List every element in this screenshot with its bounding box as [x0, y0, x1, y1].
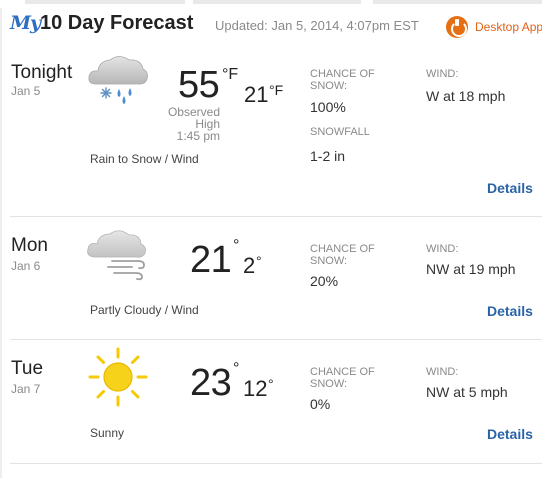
- page-title: 10 Day Forecast: [40, 12, 194, 34]
- chance-label: CHANCE OF: [310, 243, 375, 255]
- low-temp: 12: [243, 376, 268, 401]
- observed-time: 1:45 pm: [176, 129, 220, 143]
- observed-high-note: Observed High 1:45 pm: [156, 106, 220, 142]
- high-temp-unit: °: [233, 360, 240, 377]
- left-divider: [0, 8, 2, 478]
- details-link[interactable]: Details: [487, 180, 533, 196]
- chance-label: CHANCE OF: [310, 68, 375, 80]
- condition-text: Partly Cloudy / Wind: [90, 303, 199, 317]
- forecast-day-tonight: Tonight Jan 5 55 °F 21 °F Observed High …: [10, 44, 542, 217]
- updated-timestamp: Updated: Jan 5, 2014, 4:07pm EST: [215, 18, 419, 33]
- details-link[interactable]: Details: [487, 426, 533, 442]
- top-tab-1[interactable]: [25, 0, 185, 4]
- wind-value: W at 18 mph: [426, 88, 506, 104]
- top-tab-strip: [0, 0, 542, 5]
- low-temp: 2: [243, 253, 256, 278]
- top-tab-3[interactable]: [373, 0, 542, 4]
- wind-cloud-icon: [86, 225, 150, 283]
- low-temp-unit: °: [256, 253, 262, 269]
- low-temp: 21: [244, 82, 269, 107]
- chance-label: CHANCE OF: [310, 366, 375, 378]
- day-date: Jan 7: [11, 382, 41, 396]
- forecast-day-tue: Tue Jan 7 23 ° 12 ° Sunny CHANCE OF SNOW…: [10, 340, 542, 464]
- chance-label-type: SNOW:: [310, 378, 348, 390]
- wind-label: WIND:: [426, 68, 459, 80]
- snowfall-value: 1-2 in: [310, 148, 346, 164]
- wind-value: NW at 5 mph: [426, 384, 508, 400]
- sun-icon: [86, 346, 150, 407]
- low-temp-unit: °: [268, 376, 274, 392]
- chance-label-type: SNOW:: [310, 80, 348, 92]
- forecast-header: My 10 Day Forecast Updated: Jan 5, 2014,…: [0, 10, 542, 44]
- high-temp-unit: °: [233, 237, 240, 254]
- desktop-app-icon: [446, 16, 468, 38]
- desktop-app-label[interactable]: Desktop App: [475, 20, 542, 34]
- wind-value: NW at 19 mph: [426, 261, 516, 277]
- day-name: Mon: [11, 235, 48, 256]
- high-temp: 21: [190, 239, 232, 281]
- day-name: Tue: [11, 358, 44, 379]
- rain-snow-cloud-icon: [86, 52, 150, 110]
- snowfall-label: SNOWFALL: [310, 126, 370, 138]
- day-date: Jan 5: [11, 84, 41, 98]
- chance-value: 0%: [310, 396, 331, 412]
- chance-value: 100%: [310, 99, 346, 115]
- condition-text: Rain to Snow / Wind: [90, 152, 199, 166]
- brand-logo: My: [10, 12, 41, 34]
- high-temp-unit: °F: [222, 66, 239, 83]
- condition-text: Sunny: [90, 426, 125, 440]
- low-temp-unit: °F: [269, 82, 284, 98]
- day-date: Jan 6: [11, 259, 41, 273]
- high-temp: 23: [190, 362, 232, 404]
- details-link[interactable]: Details: [487, 303, 533, 319]
- wind-label: WIND:: [426, 366, 459, 378]
- desktop-app-link[interactable]: Desktop App: [446, 15, 542, 39]
- forecast-day-mon: Mon Jan 6 21 ° 2 ° Partly Cloudy / Wind …: [10, 217, 542, 340]
- day-name: Tonight: [11, 62, 73, 83]
- chance-value: 20%: [310, 273, 339, 289]
- chance-label-type: SNOW:: [310, 255, 348, 267]
- wind-label: WIND:: [426, 243, 459, 255]
- high-temp: 55: [178, 64, 220, 106]
- top-tab-2[interactable]: [193, 0, 361, 4]
